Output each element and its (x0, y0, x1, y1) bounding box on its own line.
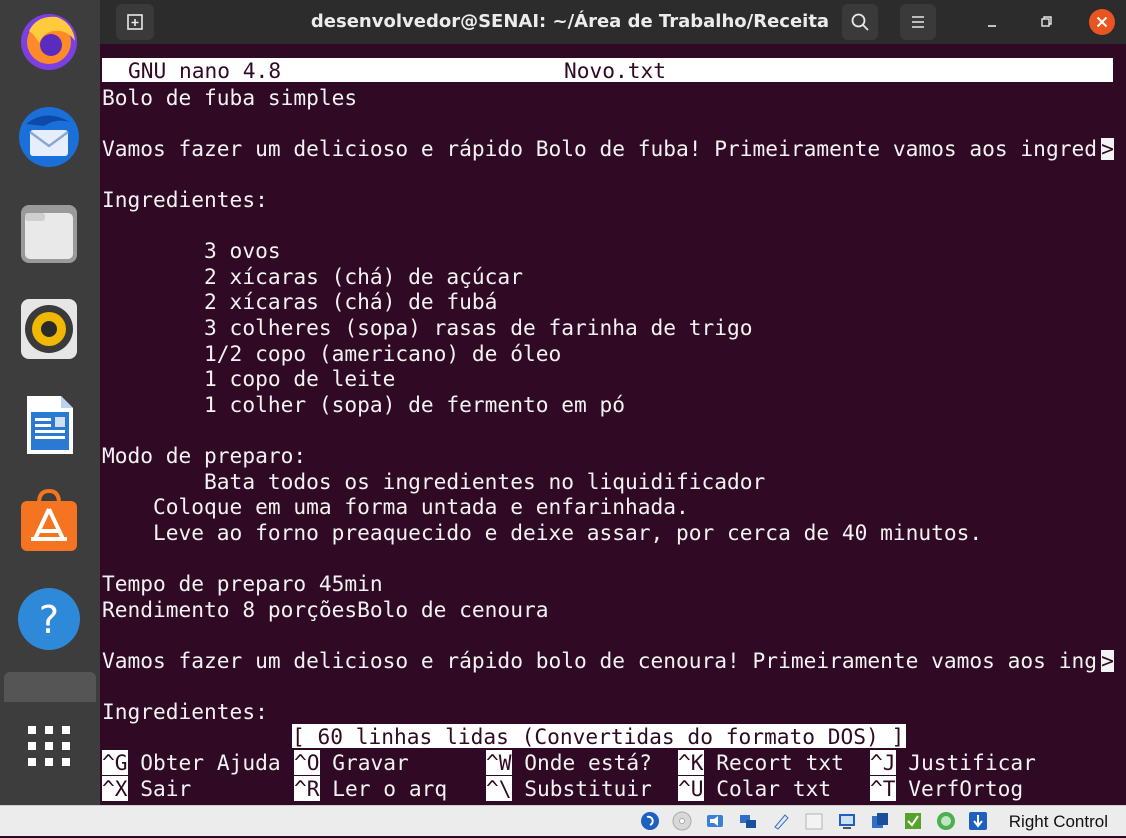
close-button[interactable] (1086, 6, 1118, 38)
editor-line[interactable]: 3 ovos (102, 238, 281, 264)
minimize-button[interactable] (976, 6, 1008, 38)
svg-text:?: ? (39, 598, 59, 642)
editor-line[interactable]: Bata todos os ingredientes no liquidific… (102, 469, 765, 495)
editor-line[interactable]: Ingredientes: (102, 699, 268, 725)
restore-icon (1041, 16, 1052, 27)
video-capture-icon[interactable] (870, 811, 890, 831)
editor-line[interactable]: Leve ao forno preaquecido e deixe assar,… (102, 520, 982, 546)
show-applications-icon[interactable] (16, 712, 82, 778)
shortcut-item: ^W Onde está? (486, 750, 652, 776)
shortcut-key: ^J (870, 750, 896, 775)
editor-line[interactable]: Tempo de preparo 45min (102, 571, 383, 597)
shortcut-key: ^W (486, 750, 512, 775)
shortcut-key: ^K (678, 750, 704, 775)
nano-filename: Novo.txt (564, 58, 667, 83)
shortcut-item: ^O Gravar (294, 750, 409, 776)
shortcut-label: Colar txt (716, 775, 832, 801)
shortcut-label: Ler o arq (332, 775, 448, 801)
hard-disk-icon[interactable] (640, 811, 660, 831)
shortcut-item: ^\ Substituir (486, 775, 652, 802)
search-icon (851, 13, 869, 31)
editor-line[interactable]: 1 colher (sopa) de fermento em pó (102, 392, 625, 418)
editor-line[interactable]: Vamos fazer um delicioso e rápido Bolo d… (102, 136, 1097, 162)
shortcut-item: ^G Obter Ajuda (102, 750, 281, 776)
shortcut-label: Gravar (332, 750, 409, 775)
thunderbird-icon[interactable] (16, 104, 82, 170)
network-icon[interactable] (738, 811, 758, 831)
line-overflow-marker: > (1101, 135, 1114, 161)
shortcut-item: ^K Recort txt (678, 750, 844, 776)
editor-line[interactable]: 2 xícaras (chá) de fubá (102, 289, 497, 315)
libreoffice-writer-icon[interactable] (16, 392, 82, 458)
shortcut-label: Recort txt (716, 750, 844, 775)
editor-line[interactable]: Vamos fazer um delicioso e rápido bolo d… (102, 648, 1097, 674)
editor-line[interactable]: 1 copo de leite (102, 366, 395, 392)
shortcut-item: ^R Ler o arq (294, 775, 448, 802)
editor-line[interactable]: Coloque em uma forma untada e enfarinhad… (102, 494, 689, 520)
shortcut-item: ^T VerfOrtog (870, 775, 1024, 802)
editor-line[interactable]: 2 xícaras (chá) de açúcar (102, 264, 523, 290)
terminal-icon[interactable] (4, 672, 96, 702)
help-icon[interactable]: ? (16, 586, 82, 652)
usb-icon[interactable] (771, 811, 791, 831)
window-title: desenvolvedor@SENAI: ~/Área de Trabalho/… (310, 11, 830, 32)
shortcut-key: ^X (102, 775, 128, 801)
dock: ? (0, 0, 100, 805)
status-message: [ 60 linhas lidas (Convertidas do format… (292, 724, 907, 749)
vbox-status-bar: Right Control (0, 805, 1126, 836)
new-tab-button[interactable] (116, 4, 154, 40)
shared-folders-icon[interactable] (804, 811, 824, 831)
terminal-area[interactable]: GNU nano 4.8 Novo.txt Bolo de fuba simpl… (100, 44, 1126, 805)
shortcut-key: ^O (294, 750, 320, 775)
mouse-integration-icon[interactable] (936, 811, 956, 831)
display-icon[interactable] (837, 811, 857, 831)
editor-line[interactable]: 3 colheres (sopa) rasas de farinha de tr… (102, 315, 753, 341)
shortcut-item: ^J Justificar (870, 750, 1036, 776)
shortcut-key: ^T (870, 775, 896, 801)
shortcut-key: ^G (102, 750, 128, 775)
new-tab-icon (127, 14, 143, 30)
shortcut-key: ^R (294, 775, 320, 801)
cpu-icon[interactable] (903, 811, 923, 831)
shortcut-label: Justificar (908, 750, 1036, 775)
host-key-arrow-icon[interactable] (968, 811, 988, 831)
shortcut-label: Sair (140, 775, 192, 801)
shortcut-item: ^U Colar txt (678, 775, 832, 802)
firefox-icon[interactable] (16, 8, 82, 74)
minimize-icon (988, 25, 996, 27)
restore-button[interactable] (1030, 6, 1062, 38)
nano-version: GNU nano 4.8 (128, 58, 282, 83)
shortcut-label: Obter Ajuda (140, 750, 281, 775)
search-button[interactable] (842, 4, 878, 40)
host-key-label: Right Control (1008, 812, 1108, 831)
menu-button[interactable] (900, 4, 936, 40)
editor-line[interactable]: Modo de preparo: (102, 443, 306, 469)
shortcut-label: Onde está? (524, 750, 652, 775)
editor-line[interactable]: Ingredientes: (102, 187, 268, 213)
shortcut-label: VerfOrtog (908, 775, 1024, 801)
nano-header: GNU nano 4.8 Novo.txt (102, 58, 1113, 83)
window-titlebar[interactable]: desenvolvedor@SENAI: ~/Área de Trabalho/… (100, 0, 1126, 44)
shortcut-label: Substituir (524, 775, 652, 801)
editor-line[interactable]: 1/2 copo (americano) de óleo (102, 341, 561, 367)
shortcut-key: ^\ (486, 775, 512, 801)
hamburger-menu-icon (912, 16, 924, 28)
optical-drive-icon[interactable] (672, 811, 692, 831)
rhythmbox-icon[interactable] (16, 296, 82, 362)
audio-icon[interactable] (705, 811, 725, 831)
close-icon (1089, 9, 1115, 35)
files-icon[interactable] (16, 200, 82, 266)
software-center-icon[interactable] (16, 488, 82, 554)
shortcut-key: ^U (678, 775, 704, 801)
editor-line[interactable]: Rendimento 8 porçõesBolo de cenoura (102, 597, 548, 623)
editor-line[interactable]: Bolo de fuba simples (102, 85, 357, 111)
line-overflow-marker: > (1101, 647, 1114, 673)
shortcut-item: ^X Sair (102, 775, 192, 802)
